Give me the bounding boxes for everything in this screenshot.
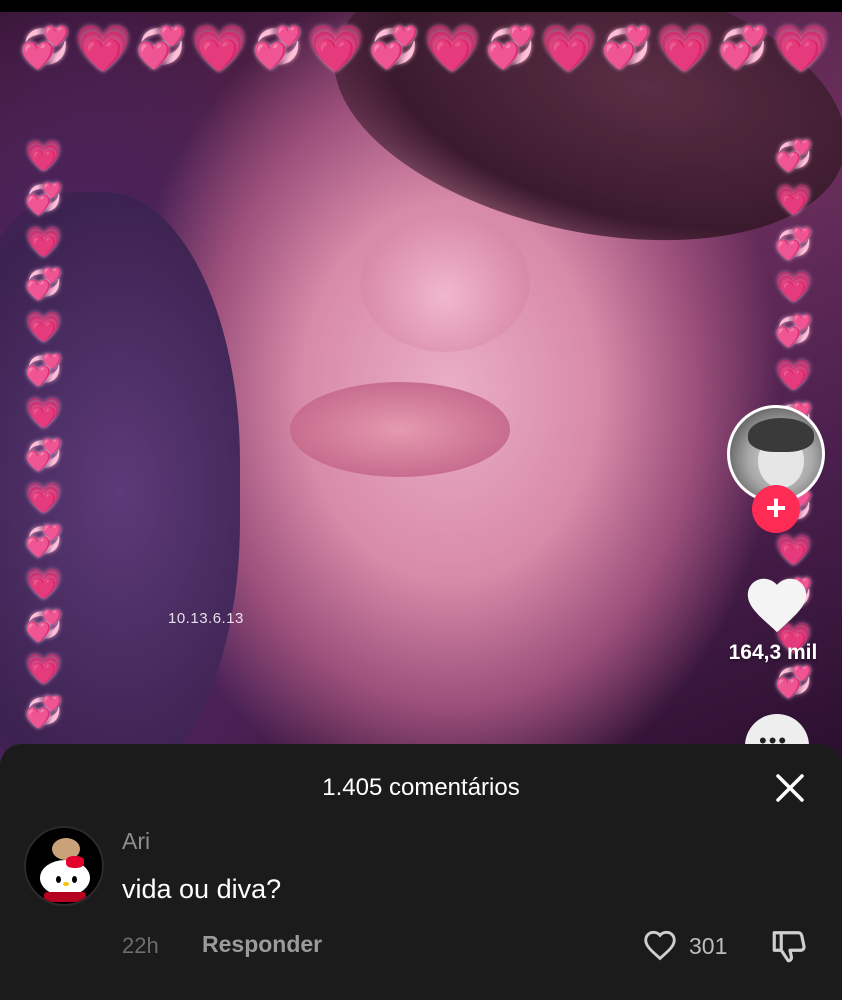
heart-icon: 💗 xyxy=(25,567,63,601)
heart-icon: 💞 xyxy=(25,610,63,644)
heart-icon: 💗 xyxy=(25,482,63,516)
kitty-eye xyxy=(72,876,77,883)
heart-icon: 💗 xyxy=(190,22,249,74)
heart-icon: 💗 xyxy=(74,22,132,74)
heart-like-icon xyxy=(747,578,807,633)
thumbs-down-icon xyxy=(772,931,806,963)
heart-icon: 💗 xyxy=(25,396,63,430)
kitty-eye xyxy=(56,876,61,883)
heart-icon: 💞 xyxy=(775,665,813,699)
close-button[interactable] xyxy=(770,768,810,808)
sparkling-heart-icon: 💞 xyxy=(20,26,70,70)
sparkling-heart-icon: 💞 xyxy=(485,26,536,70)
bow-icon xyxy=(66,856,84,868)
heart-icon: 💗 xyxy=(656,22,714,74)
heart-icon: 💗 xyxy=(307,22,365,74)
heart-icon: 💞 xyxy=(25,524,63,558)
reply-button[interactable]: Responder xyxy=(202,931,322,958)
creator-profile[interactable]: + xyxy=(727,405,827,533)
heart-icon: 💞 xyxy=(25,268,63,302)
heart-icon: 💗 xyxy=(25,225,63,259)
heart-icon: 💞 xyxy=(25,695,63,729)
close-icon xyxy=(776,774,804,802)
heart-border-top: 💞 💗 💞 💗 💞 💗 💞 💗 💞 💗 💞 💗 💞 💗 xyxy=(20,22,830,78)
sparkling-heart-icon: 💞 xyxy=(369,26,419,70)
sparkling-heart-icon: 💞 xyxy=(136,26,187,70)
heart-icon: 💗 xyxy=(772,22,830,74)
heart-icon: 💗 xyxy=(775,183,813,217)
comment-dislike-button[interactable] xyxy=(768,924,812,966)
heart-icon: 💗 xyxy=(25,653,63,687)
heart-icon: 💞 xyxy=(25,182,63,216)
status-bar xyxy=(0,0,842,12)
sparkling-heart-icon: 💞 xyxy=(601,26,652,70)
heart-icon: 💞 xyxy=(25,353,63,387)
heart-icon: 💞 xyxy=(25,439,63,473)
video-watermark: 10.13.6.13 xyxy=(168,610,244,627)
like-count: 164,3 mil xyxy=(728,641,818,664)
heart-icon: 💞 xyxy=(775,140,813,173)
heart-icon: 💗 xyxy=(775,271,813,305)
heart-icon: 💗 xyxy=(775,359,813,393)
heart-icon: 💗 xyxy=(25,140,63,173)
comments-sheet: 1.405 comentários Ari vida ou diva? 22h … xyxy=(0,744,842,1000)
avatar-base xyxy=(44,892,86,902)
comments-count-title: 1.405 comentários xyxy=(322,774,520,801)
video-face-nose xyxy=(360,212,530,352)
heart-icon: 💞 xyxy=(775,315,813,349)
comment-username[interactable]: Ari xyxy=(122,828,150,855)
like-button[interactable] xyxy=(742,570,812,640)
sparkling-heart-icon: 💞 xyxy=(718,26,769,70)
heart-icon: 💞 xyxy=(775,227,813,261)
comment-like-button[interactable] xyxy=(640,926,680,964)
heart-icon: 💗 xyxy=(775,534,813,568)
comment-text: vida ou diva? xyxy=(122,874,282,904)
comment-timestamp: 22h xyxy=(122,933,159,958)
heart-icon: 💗 xyxy=(539,22,598,74)
heart-border-left: 💗 💞 💗 💞 💗 💞 💗 💞 💗 💞 💗 💞 💗 💞 xyxy=(24,140,64,730)
comment-like-count: 301 xyxy=(689,933,728,959)
commenter-avatar[interactable] xyxy=(24,826,104,906)
kitty-nose xyxy=(63,882,69,886)
video-face-lips xyxy=(290,382,510,477)
follow-button[interactable]: + xyxy=(752,485,800,533)
avatar-hair xyxy=(748,418,814,452)
heart-outline-icon xyxy=(644,930,676,961)
sparkling-heart-icon: 💞 xyxy=(252,26,303,70)
heart-icon: 💗 xyxy=(423,22,481,74)
heart-icon: 💗 xyxy=(25,311,63,345)
